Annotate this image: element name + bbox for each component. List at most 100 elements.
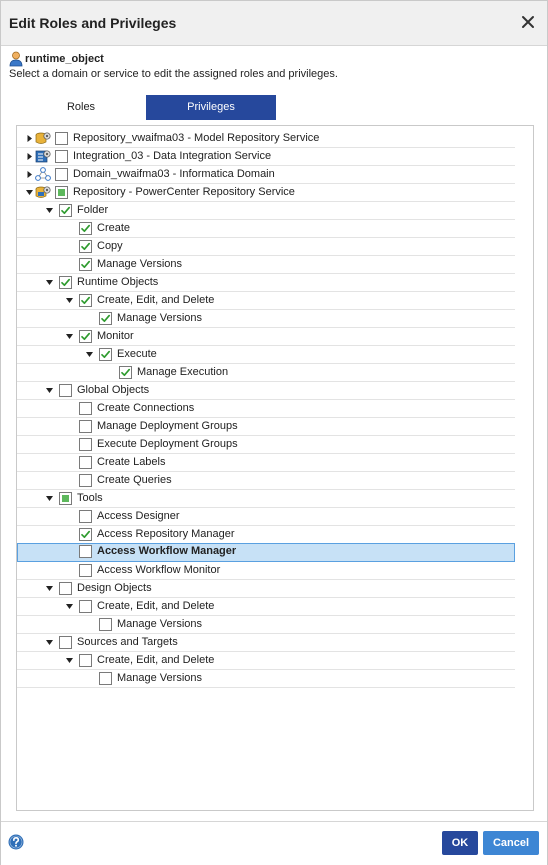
tree-row[interactable]: Monitor bbox=[17, 328, 515, 346]
tree-item-label: Create Labels bbox=[97, 456, 166, 468]
tree-row[interactable]: Create Labels bbox=[17, 454, 515, 472]
checkbox-unchecked[interactable] bbox=[99, 672, 112, 685]
checkbox-unchecked[interactable] bbox=[79, 420, 92, 433]
expand-arrow-down-icon[interactable] bbox=[65, 598, 75, 615]
expand-arrow-right-icon[interactable] bbox=[25, 130, 35, 147]
checkbox-unchecked[interactable] bbox=[55, 132, 68, 145]
checkbox-checked[interactable] bbox=[99, 312, 112, 325]
checkbox-checked[interactable] bbox=[79, 294, 92, 307]
checkbox-checked[interactable] bbox=[119, 366, 132, 379]
checkbox-unchecked[interactable] bbox=[79, 402, 92, 415]
expand-arrow-down-icon[interactable] bbox=[45, 634, 55, 651]
tree-item-label: Create Queries bbox=[97, 474, 172, 486]
expand-arrow-down-icon[interactable] bbox=[45, 202, 55, 219]
tree-row[interactable]: Folder bbox=[17, 202, 515, 220]
checkbox-unchecked[interactable] bbox=[79, 456, 92, 469]
tree-row[interactable]: Integration_03 - Data Integration Servic… bbox=[17, 148, 515, 166]
checkbox-unchecked[interactable] bbox=[79, 438, 92, 451]
checkbox-checked[interactable] bbox=[79, 240, 92, 253]
domain-icon bbox=[35, 167, 51, 182]
tree-row[interactable]: Create, Edit, and Delete bbox=[17, 292, 515, 310]
tree-row[interactable]: Manage Versions bbox=[17, 670, 515, 688]
tab-roles[interactable]: Roles bbox=[16, 95, 146, 120]
tree-row[interactable]: Runtime Objects bbox=[17, 274, 515, 292]
expand-arrow-down-icon[interactable] bbox=[45, 274, 55, 291]
expand-arrow-down-icon[interactable] bbox=[65, 292, 75, 309]
checkbox-checked[interactable] bbox=[79, 528, 92, 541]
tree-row[interactable]: Repository - PowerCenter Repository Serv… bbox=[17, 184, 515, 202]
checkbox-unchecked[interactable] bbox=[99, 618, 112, 631]
tree-row[interactable]: Create bbox=[17, 220, 515, 238]
checkbox-checked[interactable] bbox=[79, 258, 92, 271]
checkbox-unchecked[interactable] bbox=[79, 600, 92, 613]
privileges-tree[interactable]: Repository_vwaifma03 - Model Repository … bbox=[16, 125, 534, 811]
tree-row[interactable]: Manage Execution bbox=[17, 364, 515, 382]
expand-arrow-down-icon[interactable] bbox=[45, 382, 55, 399]
tree-row[interactable]: Repository_vwaifma03 - Model Repository … bbox=[17, 130, 515, 148]
expand-arrow-down-icon[interactable] bbox=[65, 652, 75, 669]
tree-row[interactable]: Access Repository Manager bbox=[17, 526, 515, 544]
cancel-button[interactable]: Cancel bbox=[483, 831, 539, 855]
tree-row[interactable]: Manage Deployment Groups bbox=[17, 418, 515, 436]
checkbox-unchecked[interactable] bbox=[55, 150, 68, 163]
tree-item-label: Access Repository Manager bbox=[97, 528, 235, 540]
powercenter-repository-icon bbox=[35, 185, 51, 200]
tree-item-label: Design Objects bbox=[77, 582, 152, 594]
user-icon bbox=[9, 51, 23, 67]
checkbox-checked[interactable] bbox=[99, 348, 112, 361]
tree-item-label: Runtime Objects bbox=[77, 276, 159, 288]
tree-row[interactable]: Access Workflow Manager bbox=[17, 543, 515, 562]
tree-item-label: Create Connections bbox=[97, 402, 195, 414]
tree-row[interactable]: Global Objects bbox=[17, 382, 515, 400]
tree-item-label: Monitor bbox=[97, 330, 134, 342]
tree-row[interactable]: Tools bbox=[17, 490, 515, 508]
expand-arrow-right-icon[interactable] bbox=[25, 166, 35, 183]
expand-arrow-down-icon[interactable] bbox=[45, 490, 55, 507]
checkmark-icon bbox=[81, 296, 91, 305]
tree-row[interactable]: Domain_vwaifma03 - Informatica Domain bbox=[17, 166, 515, 184]
tree-row[interactable]: Copy bbox=[17, 238, 515, 256]
tree-row[interactable]: Design Objects bbox=[17, 580, 515, 598]
tree-row[interactable]: Execute bbox=[17, 346, 515, 364]
checkbox-unchecked[interactable] bbox=[79, 474, 92, 487]
tree-row[interactable]: Access Workflow Monitor bbox=[17, 562, 515, 580]
expand-arrow-down-icon[interactable] bbox=[25, 184, 35, 201]
checkbox-unchecked[interactable] bbox=[59, 582, 72, 595]
checkbox-unchecked[interactable] bbox=[79, 654, 92, 667]
checkbox-checked[interactable] bbox=[79, 222, 92, 235]
tree-row[interactable]: Manage Versions bbox=[17, 616, 515, 634]
tree-item-label: Global Objects bbox=[77, 384, 150, 396]
tree-row[interactable]: Manage Versions bbox=[17, 310, 515, 328]
help-icon[interactable] bbox=[8, 834, 24, 850]
tree-row[interactable]: Execute Deployment Groups bbox=[17, 436, 515, 454]
checkbox-unchecked[interactable] bbox=[59, 636, 72, 649]
checkbox-checked[interactable] bbox=[59, 276, 72, 289]
instructions-text: Select a domain or service to edit the a… bbox=[9, 68, 338, 80]
tab-privileges[interactable]: Privileges bbox=[146, 95, 276, 120]
tree-row[interactable]: Create Queries bbox=[17, 472, 515, 490]
checkbox-checked[interactable] bbox=[59, 204, 72, 217]
tree-row[interactable]: Create, Edit, and Delete bbox=[17, 652, 515, 670]
tree-item-label: Manage Versions bbox=[97, 258, 182, 270]
dialog-footer: OK Cancel bbox=[1, 821, 547, 865]
tree-item-label: Create, Edit, and Delete bbox=[97, 600, 215, 612]
ok-button[interactable]: OK bbox=[442, 831, 478, 855]
checkbox-unchecked[interactable] bbox=[59, 384, 72, 397]
checkbox-checked[interactable] bbox=[79, 330, 92, 343]
tree-row[interactable]: Create Connections bbox=[17, 400, 515, 418]
tree-row[interactable]: Manage Versions bbox=[17, 256, 515, 274]
expand-arrow-down-icon[interactable] bbox=[45, 580, 55, 597]
checkbox-unchecked[interactable] bbox=[55, 168, 68, 181]
tree-row[interactable]: Access Designer bbox=[17, 508, 515, 526]
close-button[interactable] bbox=[519, 13, 537, 31]
expand-arrow-down-icon[interactable] bbox=[65, 328, 75, 345]
checkbox-unchecked[interactable] bbox=[79, 510, 92, 523]
checkbox-partial[interactable] bbox=[55, 186, 68, 199]
tree-row[interactable]: Sources and Targets bbox=[17, 634, 515, 652]
checkbox-partial[interactable] bbox=[59, 492, 72, 505]
checkbox-unchecked[interactable] bbox=[79, 564, 92, 577]
tree-row[interactable]: Create, Edit, and Delete bbox=[17, 598, 515, 616]
expand-arrow-down-icon[interactable] bbox=[85, 346, 95, 363]
expand-arrow-right-icon[interactable] bbox=[25, 148, 35, 165]
checkbox-unchecked[interactable] bbox=[79, 545, 92, 558]
